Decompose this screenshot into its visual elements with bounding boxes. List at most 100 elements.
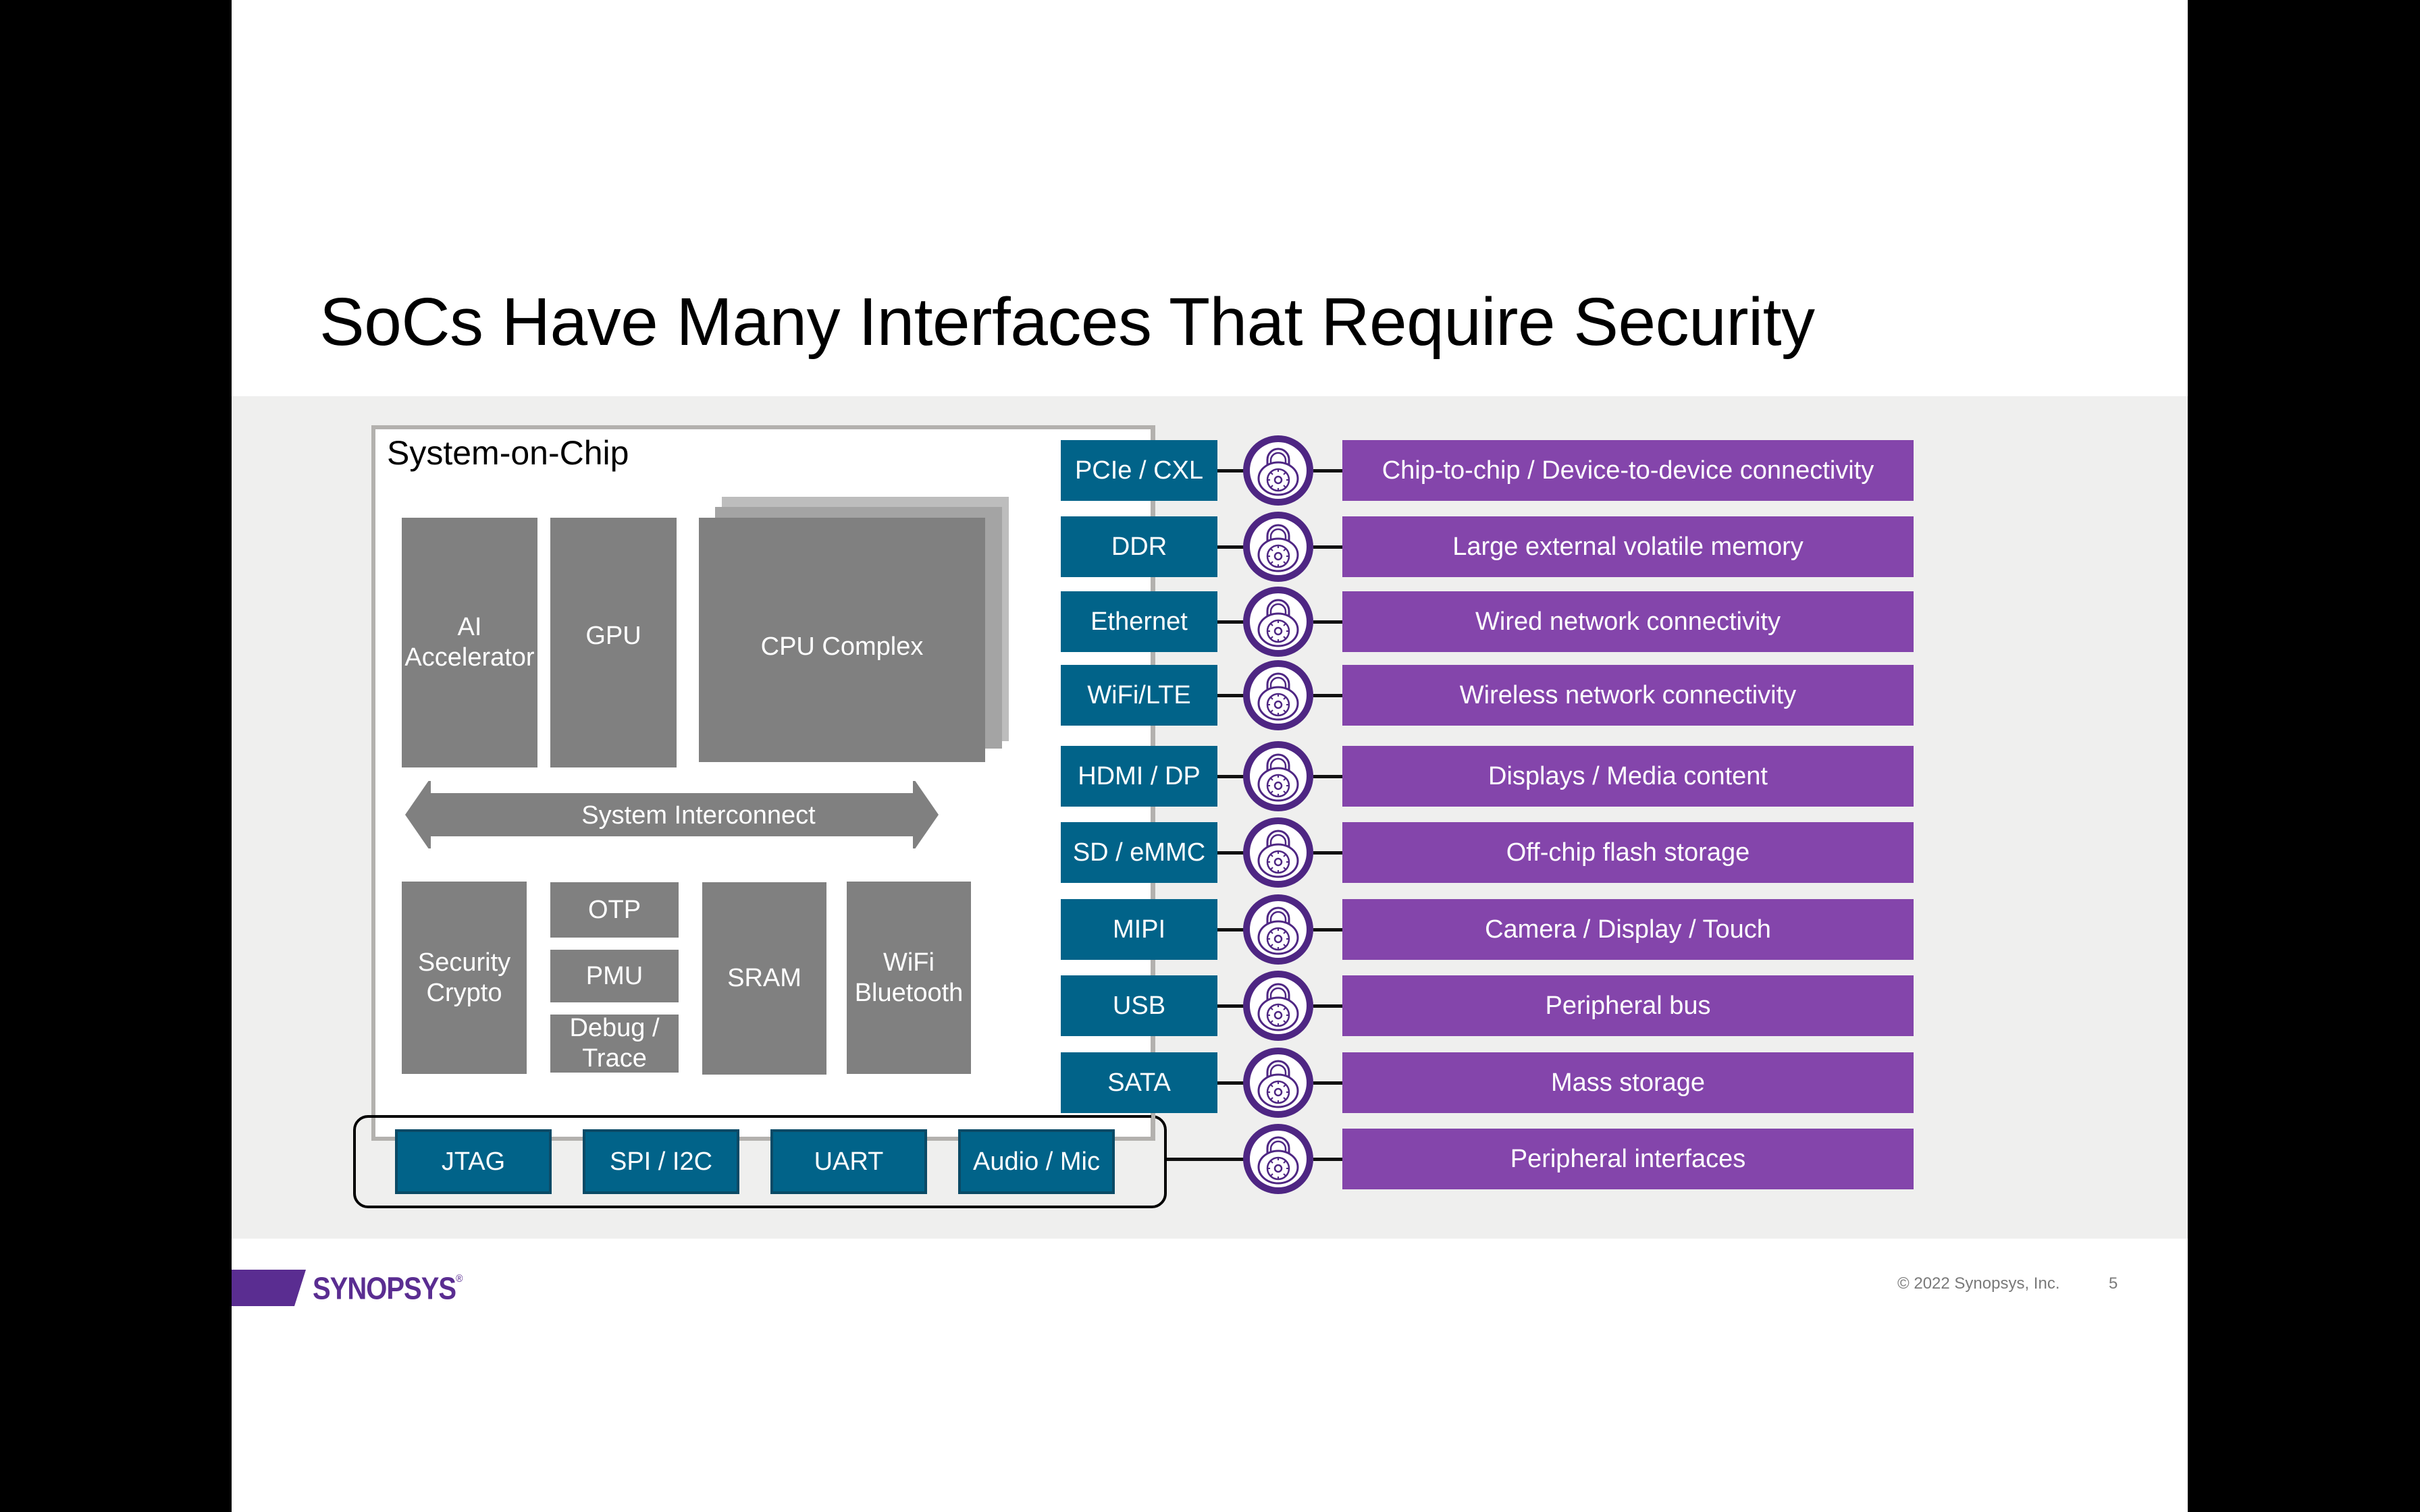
- interface-description-text: Wireless network connectivity: [1459, 680, 1797, 709]
- ai-accelerator-label-line1: AI: [457, 613, 482, 642]
- wifi-label: WiFi: [883, 948, 935, 977]
- audio-mic-interface: Audio / Mic: [958, 1129, 1115, 1194]
- bluetooth-label: Bluetooth: [854, 978, 964, 1007]
- ai-accelerator-block: AI Accelerator: [402, 518, 537, 767]
- gpu-block: GPU: [550, 518, 677, 767]
- interface-label: Ethernet: [1090, 607, 1188, 636]
- logo-wordmark: SYNOPSYS: [313, 1272, 456, 1306]
- interface-label: USB: [1112, 991, 1166, 1020]
- connector-line: [1217, 620, 1244, 624]
- crypto-label: Crypto: [426, 978, 502, 1007]
- spi-i2c-interface: SPI / I2C: [583, 1129, 739, 1194]
- peripheral-interfaces-description: Peripheral interfaces: [1342, 1129, 1914, 1189]
- padlock-icon: [1243, 741, 1313, 811]
- interface-label: PCIe / CXL: [1074, 456, 1204, 485]
- interface-description: Off-chip flash storage: [1342, 822, 1914, 883]
- connector-line: [1313, 775, 1344, 778]
- connector-line: [1313, 1081, 1344, 1085]
- connector-line: [1313, 620, 1344, 624]
- gpu-label: GPU: [585, 621, 641, 650]
- interface-mipi: MIPI: [1061, 899, 1217, 960]
- padlock-icon: [1243, 1048, 1313, 1118]
- padlock-icon: [1243, 512, 1313, 582]
- interface-label: DDR: [1111, 532, 1167, 561]
- interface-description: Chip-to-chip / Device-to-device connecti…: [1342, 440, 1914, 501]
- jtag-label: JTAG: [441, 1147, 506, 1176]
- interface-pcie-cxl: PCIe / CXL: [1061, 440, 1217, 501]
- connector-line: [1313, 1158, 1344, 1161]
- sram-block: SRAM: [702, 882, 826, 1075]
- padlock-icon: [1243, 971, 1313, 1041]
- interface-usb: USB: [1061, 975, 1217, 1036]
- padlock-icon: [1243, 894, 1313, 965]
- connector-line: [1217, 851, 1244, 855]
- connector-line: [1313, 928, 1344, 932]
- synopsys-logo-text: SYNOPSYS®: [313, 1272, 463, 1307]
- interface-description-text: Displays / Media content: [1488, 761, 1768, 790]
- pmu-label: PMU: [585, 961, 643, 990]
- jtag-interface: JTAG: [395, 1129, 552, 1194]
- uart-interface: UART: [770, 1129, 927, 1194]
- uart-label: UART: [814, 1147, 884, 1176]
- connector-line: [1217, 469, 1244, 473]
- ai-accelerator-label-line2: Accelerator: [404, 643, 535, 672]
- interface-description: Wireless network connectivity: [1342, 665, 1914, 726]
- interface-description-text: Peripheral bus: [1545, 991, 1711, 1020]
- interface-description: Mass storage: [1342, 1052, 1914, 1113]
- interface-description: Wired network connectivity: [1342, 591, 1914, 652]
- padlock-icon: [1243, 435, 1313, 506]
- padlock-icon: [1243, 660, 1313, 730]
- trace-label: Trace: [582, 1044, 647, 1073]
- connector-line: [1313, 1004, 1344, 1008]
- interface-description: Peripheral bus: [1342, 975, 1914, 1036]
- otp-block: OTP: [550, 882, 679, 938]
- interface-label: SATA: [1107, 1068, 1171, 1097]
- interface-description-text: Chip-to-chip / Device-to-device connecti…: [1382, 456, 1874, 485]
- interface-label: HDMI / DP: [1078, 761, 1201, 790]
- padlock-icon: [1243, 587, 1313, 657]
- padlock-icon: [1243, 1124, 1313, 1194]
- soc-label: System-on-Chip: [387, 434, 629, 472]
- connector-line: [1217, 775, 1244, 778]
- connector-line: [1217, 928, 1244, 932]
- synopsys-logo-bar: [232, 1270, 306, 1306]
- interface-description: Camera / Display / Touch: [1342, 899, 1914, 960]
- connector-line: [1313, 851, 1344, 855]
- interface-wifi-lte: WiFi/LTE: [1061, 665, 1217, 726]
- audio-mic-label: Audio / Mic: [973, 1147, 1100, 1176]
- otp-label: OTP: [587, 895, 641, 924]
- sram-label: SRAM: [727, 964, 801, 993]
- interface-description-text: Wired network connectivity: [1475, 607, 1781, 636]
- interface-description: Displays / Media content: [1342, 746, 1914, 807]
- interface-sd-emmc: SD / eMMC: [1061, 822, 1217, 883]
- interface-ddr: DDR: [1061, 516, 1217, 577]
- interface-description-text: Mass storage: [1550, 1068, 1706, 1097]
- cpu-complex-block: CPU Complex: [699, 518, 985, 762]
- debug-label: Debug /: [569, 1014, 660, 1043]
- connector-line: [1313, 469, 1344, 473]
- interface-sata: SATA: [1061, 1052, 1217, 1113]
- security-crypto-block: Security Crypto: [402, 882, 527, 1074]
- debug-trace-block: Debug / Trace: [550, 1014, 679, 1073]
- connector-line: [1217, 1081, 1244, 1085]
- connector-line: [1313, 694, 1344, 697]
- connector-line: [1313, 545, 1344, 549]
- interface-ethernet: Ethernet: [1061, 591, 1217, 652]
- padlock-icon: [1243, 817, 1313, 888]
- interface-description-text: Off-chip flash storage: [1506, 838, 1750, 867]
- interface-hdmi-dp: HDMI / DP: [1061, 746, 1217, 807]
- interface-description-text: Camera / Display / Touch: [1485, 915, 1771, 944]
- spi-i2c-label: SPI / I2C: [609, 1147, 713, 1176]
- connector-line: [1167, 1158, 1244, 1161]
- slide: SoCs Have Many Interfaces That Require S…: [232, 0, 2188, 1512]
- interface-description: Large external volatile memory: [1342, 516, 1914, 577]
- copyright-notice: © 2022 Synopsys, Inc.: [1897, 1274, 2060, 1293]
- connector-line: [1217, 545, 1244, 549]
- slide-title: SoCs Have Many Interfaces That Require S…: [319, 284, 1815, 360]
- interface-label: SD / eMMC: [1072, 838, 1206, 867]
- system-interconnect-label: System Interconnect: [581, 801, 816, 830]
- interface-description-text: Large external volatile memory: [1452, 532, 1804, 561]
- cpu-complex-label: CPU Complex: [760, 632, 924, 661]
- interface-label: WiFi/LTE: [1087, 680, 1191, 709]
- interface-label: MIPI: [1112, 915, 1166, 944]
